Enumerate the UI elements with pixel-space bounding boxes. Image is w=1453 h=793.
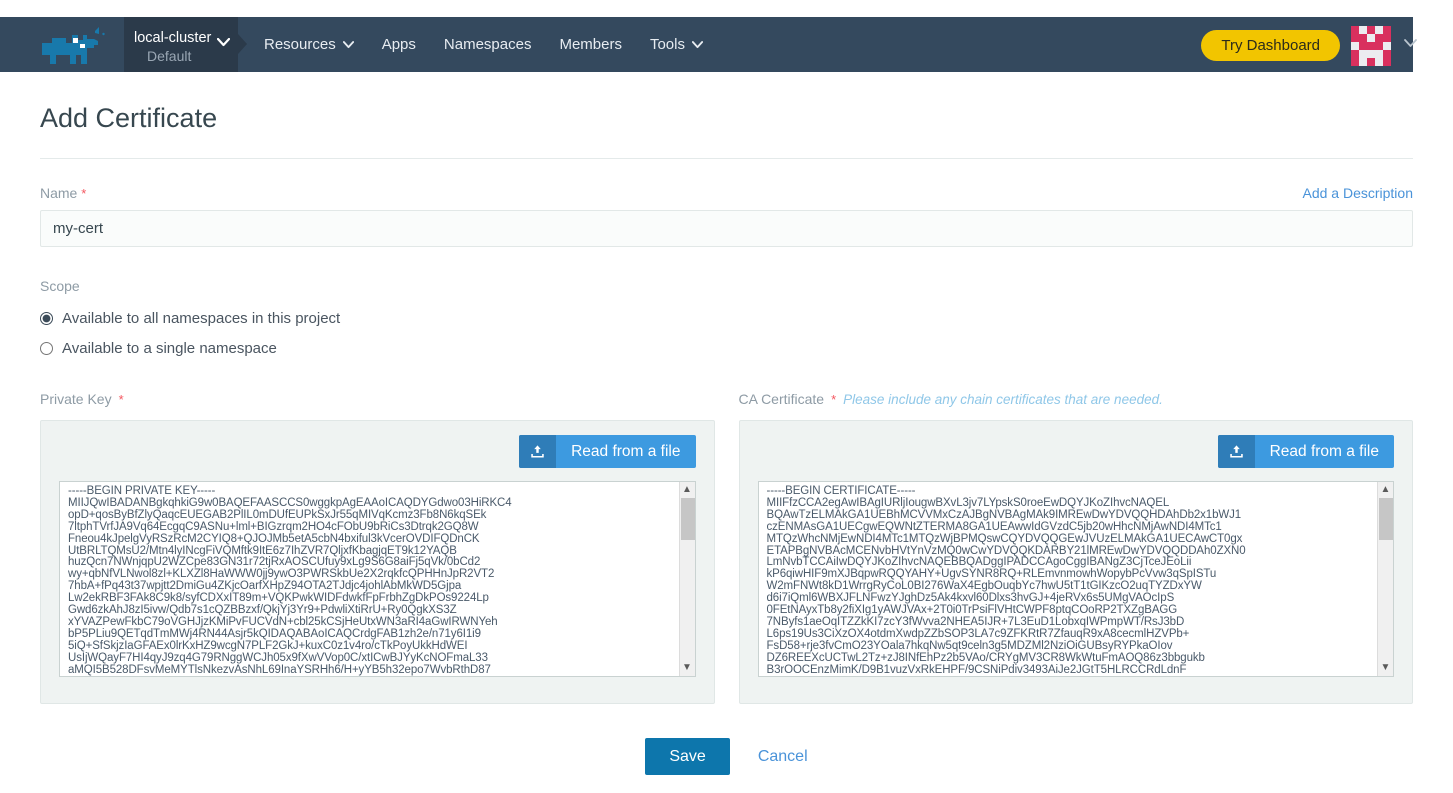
scope-label: Scope bbox=[40, 278, 80, 294]
private-key-label-row: Private Key * bbox=[40, 391, 715, 411]
cluster-name: local-cluster bbox=[134, 30, 212, 46]
scroll-down-icon[interactable]: ▼ bbox=[682, 660, 692, 676]
private-key-button-row: Read from a file bbox=[59, 435, 696, 468]
private-key-read-from-file-label: Read from a file bbox=[571, 442, 681, 460]
ca-certificate-read-from-file-label: Read from a file bbox=[1269, 442, 1379, 460]
nav-item-resources[interactable]: Resources bbox=[250, 17, 368, 72]
nav-item-label: Resources bbox=[264, 36, 336, 53]
name-label-row: Name * Add a Description bbox=[40, 185, 1413, 201]
scrollbar-thumb[interactable] bbox=[680, 498, 695, 540]
nav-item-label: Members bbox=[559, 36, 622, 53]
required-asterisk: * bbox=[81, 186, 87, 201]
chevron-down-icon bbox=[691, 40, 704, 52]
nav-item-tools[interactable]: Tools bbox=[636, 17, 717, 72]
upload-icon bbox=[519, 435, 557, 468]
scroll-up-icon[interactable]: ▲ bbox=[1381, 482, 1391, 498]
scope-radio-single[interactable] bbox=[40, 342, 53, 355]
ca-certificate-textarea-wrap[interactable]: -----BEGIN CERTIFICATE----- MIIFfzCCA2eg… bbox=[757, 481, 1394, 677]
nav-item-label: Tools bbox=[649, 36, 685, 53]
add-description-link[interactable]: Add a Description bbox=[1302, 185, 1413, 201]
certificate-columns: Private Key * Read from a file -----BEGI… bbox=[40, 391, 1413, 704]
chevron-down-icon bbox=[342, 40, 354, 52]
scroll-up-icon[interactable]: ▲ bbox=[682, 482, 692, 498]
try-dashboard-button[interactable]: Try Dashboard bbox=[1201, 30, 1340, 61]
ca-certificate-scrollbar[interactable]: ▲ ▼ bbox=[1377, 482, 1393, 676]
scrollbar-thumb[interactable] bbox=[1379, 498, 1393, 540]
nav-item-namespaces[interactable]: Namespaces bbox=[430, 17, 546, 72]
ca-certificate-label: CA Certificate bbox=[738, 391, 825, 407]
ca-certificate-read-from-file-button[interactable]: Read from a file bbox=[1217, 435, 1394, 468]
page-title: Add Certificate bbox=[40, 103, 218, 133]
required-asterisk: * bbox=[831, 392, 837, 407]
scope-radio-all[interactable] bbox=[40, 312, 53, 325]
ca-certificate-label-row: CA Certificate * Please include any chai… bbox=[739, 391, 1414, 411]
scope-option-label: Available to a single namespace bbox=[62, 340, 277, 357]
scope-option-single-namespace[interactable]: Available to a single namespace bbox=[40, 340, 1413, 357]
private-key-textarea-wrap[interactable]: -----BEGIN PRIVATE KEY----- MIIJQwIBADAN… bbox=[59, 481, 696, 677]
scroll-down-icon[interactable]: ▼ bbox=[1381, 660, 1391, 676]
ca-certificate-column: CA Certificate * Please include any chai… bbox=[738, 391, 1414, 704]
private-key-textarea[interactable]: -----BEGIN PRIVATE KEY----- MIIJQwIBADAN… bbox=[60, 482, 695, 676]
ca-certificate-panel: Read from a file -----BEGIN CERTIFICATE-… bbox=[738, 420, 1413, 704]
cluster-breadcrumb-arrow bbox=[238, 34, 247, 54]
name-label: Name bbox=[40, 185, 78, 201]
private-key-label: Private Key bbox=[40, 391, 112, 407]
user-identicon-avatar[interactable] bbox=[1351, 26, 1391, 66]
title-divider bbox=[40, 158, 1413, 159]
ca-certificate-textarea[interactable]: -----BEGIN CERTIFICATE----- MIIFfzCCA2eg… bbox=[759, 482, 1394, 676]
app-header: local-cluster Default Resources Apps Nam… bbox=[0, 0, 1453, 72]
scope-option-label: Available to all namespaces in this proj… bbox=[62, 310, 341, 327]
name-input[interactable] bbox=[40, 210, 1413, 247]
private-key-read-from-file-button[interactable]: Read from a file bbox=[519, 435, 696, 468]
page-content: Add Certificate Name * Add a Description… bbox=[0, 101, 1453, 775]
private-key-scrollbar[interactable]: ▲ ▼ bbox=[678, 482, 695, 676]
main-nav: Resources Apps Namespaces Members Tools bbox=[250, 17, 717, 72]
form-actions: Save Cancel bbox=[40, 738, 1413, 775]
upload-icon bbox=[1217, 435, 1255, 468]
nav-item-label: Apps bbox=[381, 36, 416, 53]
save-button[interactable]: Save bbox=[645, 738, 730, 775]
private-key-column: Private Key * Read from a file -----BEGI… bbox=[40, 391, 715, 704]
required-asterisk: * bbox=[118, 392, 124, 407]
scope-option-all-namespaces[interactable]: Available to all namespaces in this proj… bbox=[40, 310, 1413, 327]
chevron-down-icon[interactable] bbox=[1404, 36, 1417, 51]
chevron-down-icon bbox=[216, 36, 231, 49]
ca-certificate-button-row: Read from a file bbox=[758, 435, 1394, 468]
ca-certificate-hint: Please include any chain certificates th… bbox=[843, 392, 1163, 407]
nav-item-members[interactable]: Members bbox=[545, 17, 636, 72]
cluster-project-selector[interactable]: local-cluster Default bbox=[124, 17, 238, 72]
project-name: Default bbox=[147, 48, 192, 64]
rancher-rhino-logo[interactable] bbox=[40, 22, 110, 70]
cancel-button[interactable]: Cancel bbox=[758, 748, 808, 766]
private-key-panel: Read from a file -----BEGIN PRIVATE KEY-… bbox=[40, 420, 715, 704]
name-label-group: Name * bbox=[40, 185, 86, 201]
nav-item-apps[interactable]: Apps bbox=[368, 17, 430, 72]
nav-item-label: Namespaces bbox=[443, 36, 532, 53]
